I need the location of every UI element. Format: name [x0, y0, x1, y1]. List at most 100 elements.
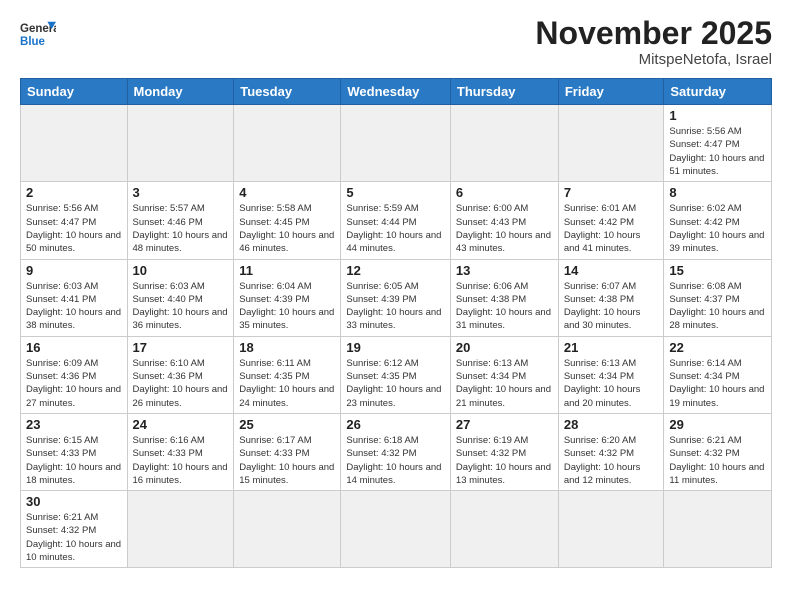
day-info: Sunrise: 6:17 AMSunset: 4:33 PMDaylight:…: [239, 434, 335, 487]
day-info: Sunrise: 6:13 AMSunset: 4:34 PMDaylight:…: [456, 357, 553, 410]
day-number: 29: [669, 417, 766, 432]
day-number: 1: [669, 108, 766, 123]
day-info: Sunrise: 6:12 AMSunset: 4:35 PMDaylight:…: [346, 357, 445, 410]
day-info: Sunrise: 6:14 AMSunset: 4:34 PMDaylight:…: [669, 357, 766, 410]
calendar-cell: 12 Sunrise: 6:05 AMSunset: 4:39 PMDayligh…: [341, 259, 451, 336]
calendar-cell: 8 Sunrise: 6:02 AMSunset: 4:42 PMDaylight…: [664, 182, 772, 259]
day-info: Sunrise: 6:09 AMSunset: 4:36 PMDaylight:…: [26, 357, 122, 410]
day-info: Sunrise: 6:11 AMSunset: 4:35 PMDaylight:…: [239, 357, 335, 410]
logo-icon: General Blue: [20, 16, 56, 52]
calendar-cell: 6Sunrise: 6:00 AMSunset: 4:43 PMDaylight…: [450, 182, 558, 259]
day-number: 22: [669, 340, 766, 355]
day-number: 13: [456, 263, 553, 278]
calendar-cell: 13 Sunrise: 6:06 AMSunset: 4:38 PMDayligh…: [450, 259, 558, 336]
weekday-header: Wednesday: [341, 79, 451, 105]
calendar-cell: [341, 105, 451, 182]
calendar-cell: 15 Sunrise: 6:08 AMSunset: 4:37 PMDayligh…: [664, 259, 772, 336]
day-info: Sunrise: 6:02 AMSunset: 4:42 PMDaylight:…: [669, 202, 766, 255]
calendar-cell: 11 Sunrise: 6:04 AMSunset: 4:39 PMDayligh…: [234, 259, 341, 336]
day-number: 27: [456, 417, 553, 432]
day-number: 24: [133, 417, 229, 432]
day-info: Sunrise: 6:13 AMSunset: 4:34 PMDaylight:…: [564, 357, 659, 410]
day-number: 3: [133, 185, 229, 200]
day-number: 16: [26, 340, 122, 355]
day-number: 10: [133, 263, 229, 278]
calendar-cell: [664, 491, 772, 568]
calendar-cell: 26 Sunrise: 6:18 AMSunset: 4:32 PMDayligh…: [341, 413, 451, 490]
weekday-header-row: SundayMondayTuesdayWednesdayThursdayFrid…: [21, 79, 772, 105]
calendar-cell: [341, 491, 451, 568]
day-info: Sunrise: 6:06 AMSunset: 4:38 PMDaylight:…: [456, 280, 553, 333]
calendar-week-row: 23 Sunrise: 6:15 AMSunset: 4:33 PMDayligh…: [21, 413, 772, 490]
calendar-cell: 20 Sunrise: 6:13 AMSunset: 4:34 PMDayligh…: [450, 336, 558, 413]
day-info: Sunrise: 6:10 AMSunset: 4:36 PMDaylight:…: [133, 357, 229, 410]
day-info: Sunrise: 6:16 AMSunset: 4:33 PMDaylight:…: [133, 434, 229, 487]
day-number: 30: [26, 494, 122, 509]
day-number: 5: [346, 185, 445, 200]
day-number: 19: [346, 340, 445, 355]
calendar-cell: 10Sunrise: 6:03 AMSunset: 4:40 PMDayligh…: [127, 259, 234, 336]
day-info: Sunrise: 6:07 AMSunset: 4:38 PMDaylight:…: [564, 280, 659, 333]
calendar-week-row: 2Sunrise: 5:56 AMSunset: 4:47 PMDaylight…: [21, 182, 772, 259]
calendar-cell: 9 Sunrise: 6:03 AMSunset: 4:41 PMDaylight…: [21, 259, 128, 336]
day-number: 15: [669, 263, 766, 278]
day-number: 20: [456, 340, 553, 355]
day-info: Sunrise: 6:03 AMSunset: 4:41 PMDaylight:…: [26, 280, 122, 333]
calendar-week-row: 1Sunrise: 5:56 AMSunset: 4:47 PMDaylight…: [21, 105, 772, 182]
calendar-cell: 16 Sunrise: 6:09 AMSunset: 4:36 PMDayligh…: [21, 336, 128, 413]
day-number: 21: [564, 340, 659, 355]
calendar-cell: [558, 105, 664, 182]
calendar-week-row: 16 Sunrise: 6:09 AMSunset: 4:36 PMDayligh…: [21, 336, 772, 413]
calendar-cell: [127, 491, 234, 568]
logo: General Blue: [20, 16, 56, 52]
calendar-cell: 5 Sunrise: 5:59 AMSunset: 4:44 PMDaylight…: [341, 182, 451, 259]
day-number: 12: [346, 263, 445, 278]
calendar-cell: 1Sunrise: 5:56 AMSunset: 4:47 PMDaylight…: [664, 105, 772, 182]
day-number: 11: [239, 263, 335, 278]
calendar-cell: [450, 105, 558, 182]
calendar-cell: [21, 105, 128, 182]
day-info: Sunrise: 6:04 AMSunset: 4:39 PMDaylight:…: [239, 280, 335, 333]
day-info: Sunrise: 6:01 AMSunset: 4:42 PMDaylight:…: [564, 202, 659, 255]
calendar-cell: [127, 105, 234, 182]
day-info: Sunrise: 5:58 AMSunset: 4:45 PMDaylight:…: [239, 202, 335, 255]
day-info: Sunrise: 5:59 AMSunset: 4:44 PMDaylight:…: [346, 202, 445, 255]
day-number: 25: [239, 417, 335, 432]
calendar-cell: 7 Sunrise: 6:01 AMSunset: 4:42 PMDaylight…: [558, 182, 664, 259]
weekday-header: Tuesday: [234, 79, 341, 105]
day-number: 9: [26, 263, 122, 278]
day-info: Sunrise: 5:57 AMSunset: 4:46 PMDaylight:…: [133, 202, 229, 255]
calendar-cell: 14Sunrise: 6:07 AMSunset: 4:38 PMDayligh…: [558, 259, 664, 336]
day-number: 2: [26, 185, 122, 200]
day-info: Sunrise: 6:18 AMSunset: 4:32 PMDaylight:…: [346, 434, 445, 487]
calendar-cell: 27 Sunrise: 6:19 AMSunset: 4:32 PMDayligh…: [450, 413, 558, 490]
calendar-cell: 22 Sunrise: 6:14 AMSunset: 4:34 PMDayligh…: [664, 336, 772, 413]
weekday-header: Sunday: [21, 79, 128, 105]
calendar-cell: 21 Sunrise: 6:13 AMSunset: 4:34 PMDayligh…: [558, 336, 664, 413]
day-number: 17: [133, 340, 229, 355]
day-info: Sunrise: 6:15 AMSunset: 4:33 PMDaylight:…: [26, 434, 122, 487]
day-number: 7: [564, 185, 659, 200]
calendar-cell: [450, 491, 558, 568]
day-number: 8: [669, 185, 766, 200]
calendar-cell: [234, 105, 341, 182]
day-number: 23: [26, 417, 122, 432]
day-number: 26: [346, 417, 445, 432]
calendar-cell: 23 Sunrise: 6:15 AMSunset: 4:33 PMDayligh…: [21, 413, 128, 490]
day-number: 4: [239, 185, 335, 200]
day-info: Sunrise: 6:05 AMSunset: 4:39 PMDaylight:…: [346, 280, 445, 333]
page: General Blue November 2025 MitspeNetofa,…: [0, 0, 792, 612]
calendar-week-row: 9 Sunrise: 6:03 AMSunset: 4:41 PMDaylight…: [21, 259, 772, 336]
day-number: 28: [564, 417, 659, 432]
weekday-header: Thursday: [450, 79, 558, 105]
location: MitspeNetofa, Israel: [535, 51, 772, 68]
calendar-cell: [558, 491, 664, 568]
day-info: Sunrise: 6:19 AMSunset: 4:32 PMDaylight:…: [456, 434, 553, 487]
day-info: Sunrise: 6:21 AMSunset: 4:32 PMDaylight:…: [26, 511, 122, 564]
calendar-cell: 25 Sunrise: 6:17 AMSunset: 4:33 PMDayligh…: [234, 413, 341, 490]
day-number: 6: [456, 185, 553, 200]
calendar-cell: 17 Sunrise: 6:10 AMSunset: 4:36 PMDayligh…: [127, 336, 234, 413]
day-info: Sunrise: 6:08 AMSunset: 4:37 PMDaylight:…: [669, 280, 766, 333]
day-info: Sunrise: 6:21 AMSunset: 4:32 PMDaylight:…: [669, 434, 766, 487]
title-block: November 2025 MitspeNetofa, Israel: [535, 16, 772, 68]
